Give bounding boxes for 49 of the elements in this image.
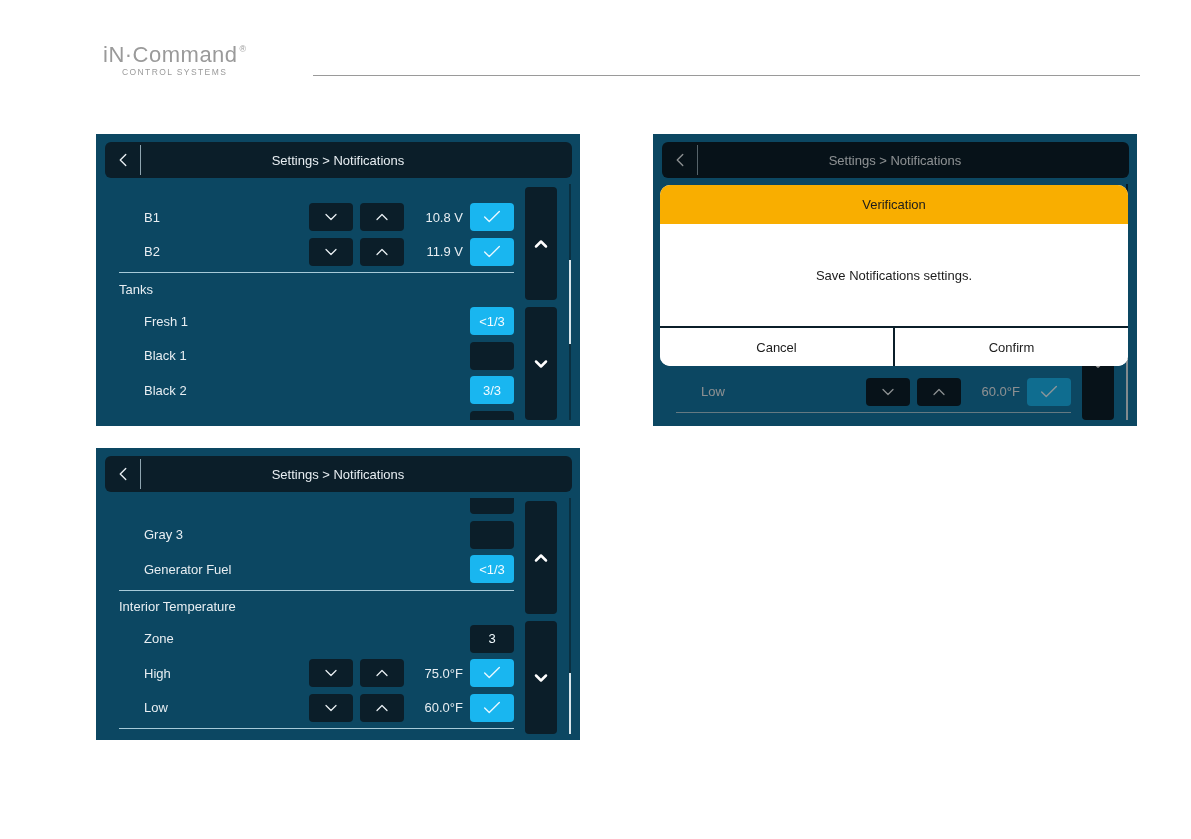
brand-logo: iN·Command (103, 44, 238, 66)
scroll-up-button[interactable] (525, 501, 557, 614)
setting-value: 60.0°F (423, 700, 463, 716)
decrease-button[interactable] (309, 237, 353, 266)
setting-label: Low (700, 384, 726, 400)
scroll-down-button[interactable] (525, 307, 557, 420)
screen-title: Settings > Notifications (827, 152, 963, 168)
dialog-message: Save Notifications settings. (814, 266, 974, 285)
setting-label: B2 (143, 244, 161, 260)
level-toggle[interactable]: 3 (470, 624, 514, 653)
enable-checkbox[interactable] (1027, 377, 1071, 406)
decrease-button[interactable] (866, 377, 910, 406)
brand-tagline: CONTROL SYSTEMS (122, 67, 228, 77)
setting-label: Zone (143, 631, 175, 647)
setting-label: Low (143, 700, 169, 716)
setting-label: Gray 3 (143, 527, 184, 543)
screen-title: Settings > Notifications (270, 466, 406, 482)
setting-label: Fresh 1 (143, 313, 190, 329)
setting-value: 11.9 V (425, 244, 463, 260)
decrease-button[interactable] (309, 659, 353, 688)
setting-label: Black 1 (143, 348, 188, 364)
increase-button[interactable] (360, 237, 404, 266)
setting-label: Black 2 (143, 382, 188, 398)
setting-value: 10.8 V (424, 209, 463, 225)
decrease-button[interactable] (309, 203, 353, 232)
dialog-title: Verification (660, 185, 1128, 224)
section-heading: Tanks (119, 281, 153, 297)
section-heading: Interior Temperature (119, 599, 236, 614)
scroll-down-button[interactable] (525, 621, 557, 734)
screen-title: Settings > Notifications (270, 152, 406, 168)
empty-toggle[interactable] (470, 341, 514, 370)
increase-button[interactable] (360, 203, 404, 232)
enable-checkbox[interactable] (470, 203, 514, 232)
setting-value: 75.0°F (423, 665, 463, 681)
setting-label: B1 (143, 209, 161, 225)
setting-value: 60.0°F (980, 384, 1020, 400)
dialog-button[interactable]: Confirm (893, 328, 1128, 366)
decrease-button[interactable] (309, 693, 353, 722)
setting-label: High (143, 665, 172, 681)
registered-mark: ® (239, 44, 247, 54)
scroll-up-button[interactable] (525, 187, 557, 300)
increase-button[interactable] (360, 659, 404, 688)
enable-checkbox[interactable] (470, 237, 514, 266)
enable-checkbox[interactable] (470, 659, 514, 688)
increase-button[interactable] (360, 693, 404, 722)
increase-button[interactable] (917, 377, 961, 406)
setting-label: Generator Fuel (143, 561, 233, 577)
enable-checkbox[interactable] (470, 693, 514, 722)
empty-toggle[interactable] (470, 520, 514, 549)
